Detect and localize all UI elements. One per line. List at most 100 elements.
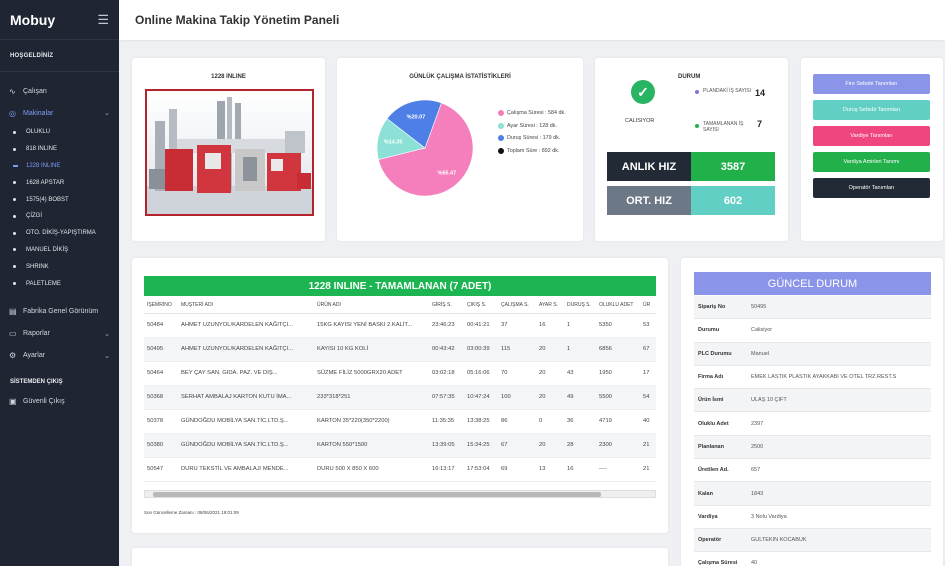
status-row-key: Oluklu Adet <box>698 420 729 427</box>
fire-reasons-button[interactable]: Fire Sebebi Tanımları <box>813 74 930 94</box>
sidebar-item-ayarlar[interactable]: ⚙ Ayarlar ⌄ <box>0 345 119 367</box>
sidebar-sub-shrink[interactable]: SHRINK <box>0 258 119 275</box>
table-cell: 100 <box>498 385 536 410</box>
table-cell: ---- <box>596 457 640 482</box>
sidebar-sub-818-inline[interactable]: 818 INLINE <box>0 141 119 158</box>
operator-definitions-button[interactable]: Operatör Tanımları <box>813 178 930 198</box>
status-row-value: 50495 <box>751 304 767 311</box>
sidebar-item-label: Güvenli Çıkış <box>23 398 65 406</box>
sidebar-item-logout[interactable]: ▣ Güvenli Çıkış <box>0 391 119 413</box>
sidebar-nav: ∿ Çalışan ◎ Makinalar ⌄ OLUKLU 818 INLIN… <box>0 72 119 413</box>
table-cell: GÜNDOĞDU MOBİLYA SAN.TİC.LTD.Ş... <box>178 409 314 434</box>
table-cell: 50464 <box>144 361 178 386</box>
menu-toggle-icon[interactable]: ☰ <box>97 12 109 28</box>
machine-illustration <box>147 97 312 214</box>
settings-icon: ⚙ <box>9 351 17 361</box>
status-card: DURUM ✓ CALISIYOR PLANDAKİ İŞ SAYISI 14 … <box>595 58 788 241</box>
sidebar-item-raporlar[interactable]: ▭ Raporlar ⌄ <box>0 323 119 345</box>
sidebar-item-makinalar[interactable]: ◎ Makinalar ⌄ <box>0 102 119 124</box>
column-header[interactable]: GİRİŞ S. <box>429 298 464 314</box>
column-header[interactable]: MUŞTERİ ADI <box>178 298 314 314</box>
table-row[interactable]: 50378 GÜNDOĞDU MOBİLYA SAN.TİC.LTD.Ş... KA… <box>144 409 656 434</box>
table-cell: 16 <box>564 457 596 482</box>
horizontal-scrollbar[interactable] <box>144 490 656 498</box>
status-row: Vardiya 3 Nolu Vardiya <box>694 506 931 529</box>
table-cell: 233*318*251 <box>314 385 429 410</box>
sidebar-sub-1628-apstar[interactable]: 1628 APSTAR <box>0 174 119 191</box>
shift-definitions-button[interactable]: Vardiye Tanımları <box>813 126 930 146</box>
column-header[interactable]: ÜR <box>640 298 656 314</box>
status-row-value: 1843 <box>751 490 764 497</box>
average-speed: ORT. HIZ 602 <box>607 186 775 215</box>
column-header[interactable]: DURUŞ S. <box>564 298 596 314</box>
column-header[interactable]: İŞEMRİNO <box>144 298 178 314</box>
logout-icon: ▣ <box>9 397 17 407</box>
table-cell: 10:47:24 <box>464 385 498 410</box>
bullet-icon <box>13 248 16 252</box>
table-cell: GÜNDOĞDU MOBİLYA SAN.TİC.LTD.Ş... <box>178 433 314 458</box>
table-row[interactable]: 50495 AHMET UZUNYOL/KARDELEN KAĞITÇI... KA… <box>144 337 656 362</box>
pie-chart: %65.47 %14.35 %20.07 <box>376 99 474 197</box>
current-status-card: GÜNCEL DURUM Sipariş No 50495 Durumu Calisi… <box>681 258 943 566</box>
status-row-key: Firma Adı <box>698 374 724 381</box>
table-row[interactable]: 50547 DURU TEKSTİL VE AMBALAJ/ MENDE... DU… <box>144 457 656 482</box>
sidebar-sub-paletleme[interactable]: PALETLEME <box>0 275 119 292</box>
column-header[interactable]: ÇALIŞMA S. <box>498 298 536 314</box>
sidebar-sub-oto-dikis[interactable]: OTO. DİKİŞ-YAPIŞTIRMA <box>0 225 119 242</box>
sidebar-item-calisan[interactable]: ∿ Çalışan <box>0 80 119 102</box>
column-header[interactable]: ÇIKIŞ S. <box>464 298 498 314</box>
table-row[interactable]: 50368 SERHAT AMBALAJ KARTON KUTU İMA... 23… <box>144 385 656 410</box>
sidebar-item-label: Makinalar <box>23 109 54 117</box>
sidebar-item-fabrika[interactable]: ▤ Fabrika Genel Görünüm <box>0 301 119 323</box>
sidebar-sub-cizgi[interactable]: ÇİZGİ <box>0 208 119 225</box>
table-row[interactable]: 50380 GÜNDOĞDU MOBİLYA SAN.TİC.LTD.Ş... KA… <box>144 433 656 458</box>
scrollbar-thumb[interactable] <box>153 492 601 497</box>
status-row-key: PLC Durumu <box>698 350 732 357</box>
table-cell: 13:39:05 <box>429 433 464 458</box>
check-circle-icon: ✓ <box>631 80 655 104</box>
done-value: 7 <box>757 119 763 129</box>
column-header[interactable]: OLUKLU ADET <box>596 298 640 314</box>
planned-label: PLANDAKİ İŞ SAYISI <box>703 88 751 94</box>
bullet-icon <box>13 130 16 134</box>
table-cell: 05:16:06 <box>464 361 498 386</box>
status-row: Firma Adı EMEK LASTİK PLASTİK AYAKKABI VE… <box>694 366 931 390</box>
table-cell: 50380 <box>144 433 178 458</box>
jobs-title: 1228 INLINE - TAMAMLANAN (7 ADET) <box>144 276 656 296</box>
column-header[interactable]: ÜRÜN ADI <box>314 298 429 314</box>
machine-image <box>145 89 314 216</box>
table-cell: 40 <box>640 409 656 434</box>
status-row: Çalışma Süresi 40 <box>694 552 931 566</box>
status-row-value: ULAŞ 10 ÇİFT <box>751 397 787 404</box>
average-speed-label: ORT. HIZ <box>607 186 691 215</box>
shift-supervisors-button[interactable]: Vardiya Amirleri Tanımı <box>813 152 930 172</box>
sidebar-sub-manuel-dikis[interactable]: MANUEL DİKİŞ <box>0 242 119 259</box>
table-cell: 16:13:17 <box>429 457 464 482</box>
table-cell: 54 <box>640 385 656 410</box>
sub-label: OTO. DİKİŞ-YAPIŞTIRMA <box>26 230 96 237</box>
table-cell: 43 <box>564 361 596 386</box>
table-cell: 1950 <box>596 361 640 386</box>
table-cell: 21 <box>640 457 656 482</box>
sub-label: ÇİZGİ <box>26 213 42 220</box>
table-row[interactable]: 50484 AHMET UZUNYOL/KARDELEN KAĞITÇI... 15… <box>144 313 656 338</box>
stats-card: GÜNLÜK ÇALIŞMA İSTATİSTİKLERİ %65.47 %14.… <box>337 58 583 241</box>
table-cell: SÜZME FİLİZ 5000GRX20 ADET <box>314 361 429 386</box>
average-speed-value: 602 <box>691 186 775 215</box>
bullet-icon <box>13 181 16 185</box>
instant-speed-value: 3587 <box>691 152 775 181</box>
status-row-key: Kalan <box>698 490 713 497</box>
legend-item: Duruş Süresi : 179 dk. <box>498 132 566 145</box>
table-cell: 23:46:23 <box>429 313 464 338</box>
stop-reasons-button[interactable]: Duruş Sebebi Tanımları <box>813 100 930 120</box>
column-header[interactable]: AYAR S. <box>536 298 564 314</box>
table-cell: 86 <box>498 409 536 434</box>
sub-label: 818 INLINE <box>26 146 58 153</box>
sidebar-sub-oluklu[interactable]: OLUKLU <box>0 124 119 141</box>
stats-title: GÜNLÜK ÇALIŞMA İSTATİSTİKLERİ <box>409 74 511 80</box>
main-content: Online Makina Takip Yönetim Paneli 1228 … <box>119 0 945 566</box>
sidebar-sub-1228-inline[interactable]: 1228 INLINE <box>0 158 119 175</box>
machine-card: 1228 INLINE <box>132 58 325 241</box>
sidebar-sub-1575-bobst[interactable]: 1575(4) BOBST <box>0 191 119 208</box>
table-row[interactable]: 50464 BEY ÇAY SAN. GIDA. PAZ. VE DIŞ... SÜ… <box>144 361 656 386</box>
